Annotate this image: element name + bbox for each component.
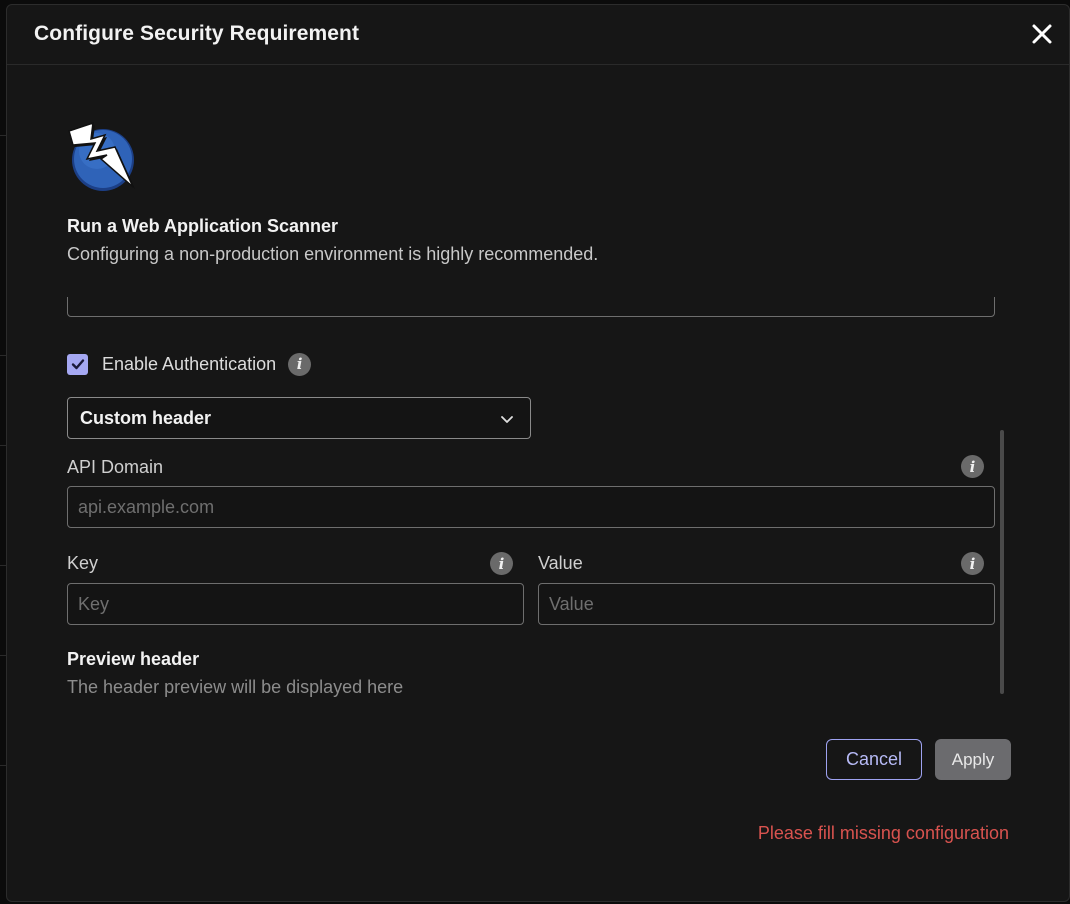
scanner-title: Run a Web Application Scanner [67,216,339,236]
auth-method-value: Custom header [80,408,212,428]
cancel-button[interactable]: Cancel [826,739,922,780]
partially-scrolled-input[interactable] [67,297,995,317]
enable-auth-label: Enable Authentication [102,353,277,374]
api-domain-info-icon[interactable]: i [961,455,984,478]
error-message: Please fill missing configuration [757,823,1009,843]
checkmark-icon [71,359,84,370]
enable-auth-row: Enable Authentication i [67,352,312,376]
api-domain-input[interactable] [67,486,995,528]
auth-info-icon[interactable]: i [288,352,312,376]
key-info-icon[interactable]: i [490,552,513,575]
key-label: Key [67,553,99,573]
configure-security-modal: Configure Security Requirement Run a Web… [6,4,1070,902]
apply-button[interactable]: Apply [935,739,1011,780]
preview-header-text: The header preview will be displayed her… [67,677,404,697]
auth-method-select[interactable]: Custom header [67,397,531,439]
value-input[interactable] [538,583,995,625]
config-scroll-area[interactable]: Enable Authentication i Custom header AP… [67,297,995,697]
close-button[interactable] [1031,23,1053,45]
modal-header: Configure Security Requirement [7,5,1069,65]
preview-header-title: Preview header [67,649,200,669]
modal-title: Configure Security Requirement [34,22,360,45]
chevron-down-icon [501,416,513,423]
value-label: Value [538,553,583,573]
close-icon [1032,24,1052,44]
key-input[interactable] [67,583,524,625]
value-info-icon[interactable]: i [961,552,984,575]
zap-scanner-logo-icon [67,121,139,193]
enable-auth-checkbox[interactable] [67,353,88,375]
scanner-subtitle: Configuring a non-production environment… [67,244,599,264]
scrollbar-thumb[interactable] [1000,430,1004,694]
api-domain-label: API Domain [67,457,164,477]
